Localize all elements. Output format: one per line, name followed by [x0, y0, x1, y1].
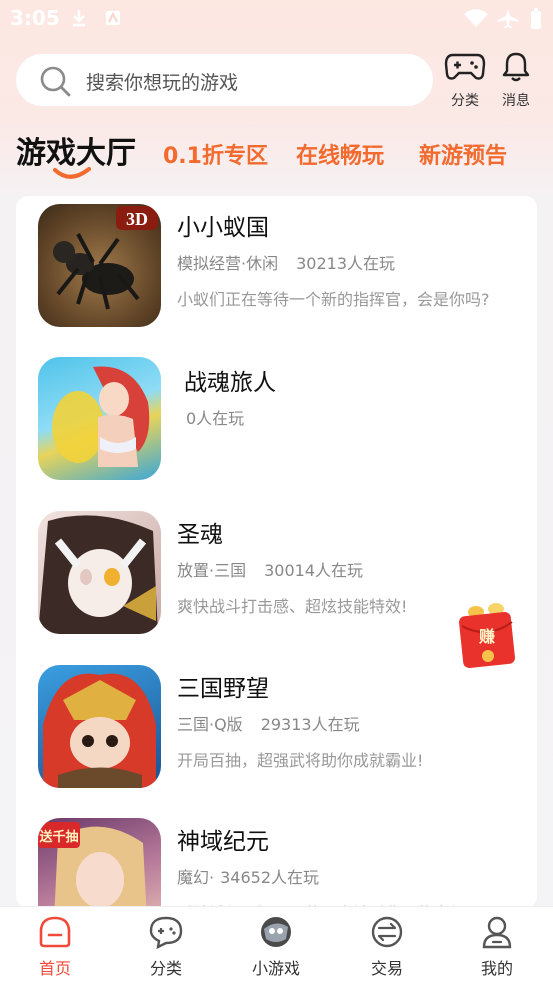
gamepad-chat-icon	[149, 916, 183, 950]
game-tags: 魔幻·	[177, 868, 215, 887]
tab-online-play[interactable]: 在线畅玩	[296, 138, 384, 170]
game-meta: 模拟经营·休闲 30213人在玩	[177, 250, 395, 274]
status-bar: 3:05	[0, 0, 553, 36]
search-placeholder: 搜索你想玩的游戏	[86, 72, 239, 94]
game-players: 30014人在玩	[264, 561, 363, 580]
user-icon	[482, 916, 512, 949]
notification-app-icon	[106, 11, 120, 25]
download-icon	[73, 10, 85, 27]
bell-icon	[502, 52, 530, 82]
game-icon-ant-kingdom: 3D	[38, 204, 161, 327]
active-tab-indicator	[53, 167, 91, 179]
game-desc: 开局百抽，超强武将助你成就霸业!	[177, 751, 424, 770]
game-badge-promo: 送千抽	[38, 829, 78, 845]
red-packet-label: 赚	[478, 627, 495, 646]
nav-mini-games-label: 小游戏	[251, 959, 300, 978]
game-players: 29313人在玩	[260, 715, 360, 734]
messages-label: 消息	[502, 93, 530, 109]
airplane-mode-icon	[498, 9, 518, 28]
home-icon	[39, 916, 71, 948]
game-meta: 放置·三国 30014人在玩	[177, 557, 363, 581]
messages-button[interactable]: 消息	[491, 50, 541, 110]
game-meta: 0人在玩	[186, 405, 244, 429]
game-players: 30213人在玩	[296, 254, 395, 273]
game-list[interactable]: 3D 小小蚁国 模拟经营·休闲 30213人在玩 小蚁们正在等待一个新的指挥官，会…	[16, 196, 537, 908]
nav-trade-label: 交易	[370, 959, 403, 978]
game-name: 小小蚁国	[177, 215, 269, 241]
nav-category[interactable]: 分类	[126, 915, 206, 979]
game-name: 三国野望	[177, 676, 269, 702]
game-icon-soul-traveler	[38, 357, 161, 480]
game-tags: 模拟经营·休闲	[177, 254, 279, 273]
red-packet-button[interactable]: 赚	[456, 600, 518, 670]
game-icon-divine-era: 送千抽	[38, 818, 161, 908]
game-icon-holy-soul	[38, 511, 161, 634]
tab-new-games[interactable]: 新游预告	[419, 138, 507, 170]
nav-home-label: 首页	[38, 959, 71, 978]
game-item-divine-era[interactable]: 送千抽 神域纪元 魔幻·34652人在玩 《神域纪元》是一款西方神话背景的魔幻M…	[16, 810, 537, 908]
search-input[interactable]: 搜索你想玩的游戏	[16, 54, 433, 106]
exchange-icon	[371, 916, 403, 948]
game-name: 战魂旅人	[184, 370, 276, 396]
tab-discount-zone[interactable]: 0.1折专区	[163, 138, 268, 170]
game-item-soul-traveler[interactable]: 战魂旅人 0人在玩	[16, 349, 537, 480]
game-meta: 三国·Q版 29313人在玩	[177, 711, 360, 735]
nav-category-label: 分类	[149, 959, 182, 978]
game-badge-3d: 3D	[126, 209, 148, 229]
mini-games-icon	[261, 917, 291, 947]
nav-trade[interactable]: 交易	[347, 915, 427, 979]
nav-mini-games[interactable]: 小游戏	[236, 915, 316, 979]
game-name: 圣魂	[177, 522, 223, 548]
nav-profile[interactable]: 我的	[457, 915, 537, 979]
game-meta: 魔幻· 34652人在玩	[177, 864, 319, 888]
status-time: 3:05	[10, 6, 60, 30]
category-label: 分类	[451, 93, 479, 109]
game-desc: 爽快战斗打击感、超炫技能特效!	[177, 597, 408, 616]
game-icon-three-kingdoms-ambition	[38, 665, 161, 788]
nav-home[interactable]: 首页	[15, 915, 95, 979]
game-item-three-kingdoms-ambition[interactable]: 三国野望 三国·Q版 29313人在玩 开局百抽，超强武将助你成就霸业!	[16, 657, 537, 788]
game-players: 34652人在玩	[220, 868, 319, 887]
gamepad-icon	[444, 53, 486, 80]
red-packet-icon: 赚	[459, 603, 515, 668]
search-icon	[40, 66, 71, 97]
game-desc: 小蚁们正在等待一个新的指挥官，会是你吗?	[177, 290, 490, 309]
game-tags: 三国·Q版	[177, 715, 243, 734]
game-tags: 放置·三国	[177, 561, 247, 580]
wifi-icon	[464, 9, 488, 27]
battery-icon	[531, 8, 541, 29]
game-players: 0人在玩	[186, 409, 245, 428]
game-item-ant-kingdom[interactable]: 3D 小小蚁国 模拟经营·休闲 30213人在玩 小蚁们正在等待一个新的指挥官，会…	[16, 196, 537, 327]
nav-profile-label: 我的	[480, 959, 513, 978]
game-name: 神域纪元	[177, 829, 269, 855]
category-button[interactable]: 分类	[440, 50, 490, 110]
bottom-nav: 首页 分类 小游戏 交易 我的	[0, 906, 553, 983]
